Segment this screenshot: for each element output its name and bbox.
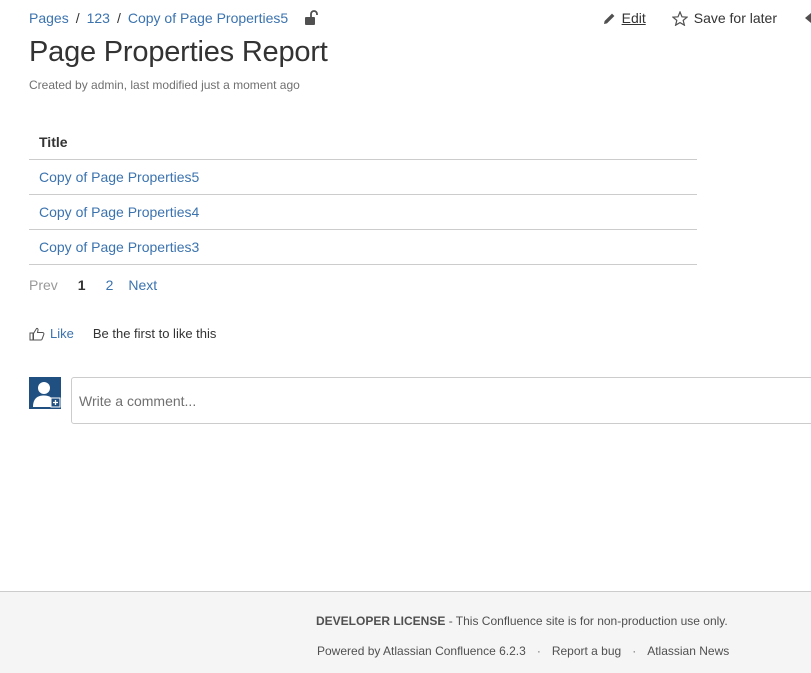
table-cell: Copy of Page Properties4 (29, 194, 697, 230)
developer-license-notice: DEVELOPER LICENSE - This Confluence site… (316, 614, 728, 628)
caret-left-icon (803, 11, 811, 25)
pagination-next[interactable]: Next (128, 277, 157, 293)
pencil-icon (603, 12, 616, 25)
powered-by-link[interactable]: Powered by Atlassian Confluence 6.2.3 (317, 644, 526, 658)
avatar (29, 377, 61, 409)
pagination-prev: Prev (29, 277, 58, 293)
breadcrumb-item-pages[interactable]: Pages (29, 10, 69, 26)
footer-separator: · (536, 644, 541, 658)
breadcrumb-item-123[interactable]: 123 (87, 10, 110, 26)
page-byline: Created by admin, last modified just a m… (29, 78, 300, 92)
page-properties-report-table: Title Copy of Page Properties5 Copy of P… (29, 125, 697, 265)
comment-area (29, 377, 811, 426)
table-row: Copy of Page Properties4 (29, 194, 697, 230)
like-button[interactable]: Like (29, 326, 74, 341)
page-title: Page Properties Report (29, 36, 328, 68)
pagination: Prev 1 2 Next (29, 277, 157, 293)
report-row-link[interactable]: Copy of Page Properties3 (39, 239, 199, 255)
user-avatar-icon (29, 377, 61, 409)
page-actions: Edit Save for later (603, 8, 811, 28)
edit-button[interactable]: Edit (603, 10, 646, 26)
breadcrumb-item-parent-page[interactable]: Copy of Page Properties5 (128, 10, 288, 26)
more-actions-button[interactable] (803, 11, 811, 25)
breadcrumb-separator: / (116, 10, 121, 26)
unlock-icon[interactable] (304, 10, 319, 26)
column-header-title[interactable]: Title (29, 125, 697, 160)
likes-section: Like Be the first to like this (29, 326, 216, 341)
breadcrumb: Pages / 123 / Copy of Page Properties5 (29, 8, 319, 28)
atlassian-news-link[interactable]: Atlassian News (647, 644, 729, 658)
pagination-current-page: 1 (77, 277, 86, 293)
table-cell: Copy of Page Properties5 (29, 159, 697, 195)
comment-input[interactable] (71, 377, 811, 424)
star-icon (671, 10, 688, 26)
like-label: Like (50, 326, 74, 341)
like-summary: Be the first to like this (92, 326, 217, 341)
breadcrumb-separator: / (75, 10, 80, 26)
table-row: Copy of Page Properties3 (29, 229, 697, 265)
thumbs-up-icon (29, 327, 45, 340)
table-header-row: Title (29, 125, 697, 160)
save-for-later-label: Save for later (693, 10, 777, 26)
license-type: DEVELOPER LICENSE (316, 614, 446, 628)
report-bug-link[interactable]: Report a bug (552, 644, 621, 658)
table-row: Copy of Page Properties5 (29, 159, 697, 195)
table-cell: Copy of Page Properties3 (29, 229, 697, 265)
save-for-later-button[interactable]: Save for later (671, 10, 777, 26)
footer: DEVELOPER LICENSE - This Confluence site… (0, 591, 811, 673)
page: Pages / 123 / Copy of Page Properties5 E… (0, 0, 811, 673)
footer-links: Powered by Atlassian Confluence 6.2.3 · … (317, 644, 729, 658)
edit-label: Edit (621, 10, 646, 26)
report-row-link[interactable]: Copy of Page Properties5 (39, 169, 199, 185)
report-row-link[interactable]: Copy of Page Properties4 (39, 204, 199, 220)
footer-separator: · (632, 644, 637, 658)
pagination-page-2[interactable]: 2 (106, 277, 114, 293)
license-text: - This Confluence site is for non-produc… (445, 614, 728, 628)
